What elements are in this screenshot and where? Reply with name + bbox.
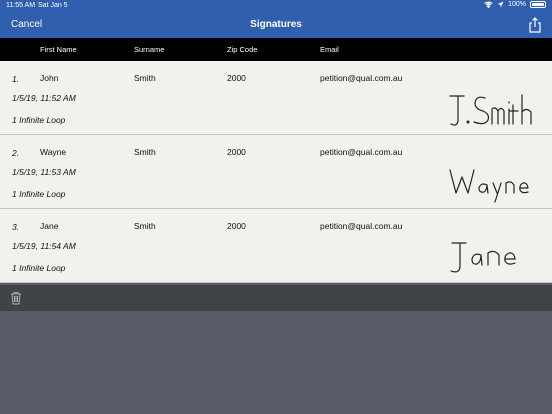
row-datetime: 1/5/19, 11:53 AM: [12, 167, 76, 177]
row-surname: Smith: [134, 73, 156, 83]
column-email: Email: [320, 45, 339, 54]
wifi-icon: [484, 1, 493, 8]
row-address: 1 Infinite Loop: [12, 189, 66, 199]
row-datetime: 1/5/19, 11:54 AM: [12, 241, 76, 251]
battery-icon: [530, 1, 546, 8]
row-zip-code: 2000: [227, 73, 246, 83]
signature-row[interactable]: 3. Jane Smith 2000 petition@qual.com.au …: [0, 209, 552, 283]
row-zip-code: 2000: [227, 147, 246, 157]
row-first-name: John: [40, 73, 59, 83]
row-datetime: 1/5/19, 11:52 AM: [12, 93, 76, 103]
status-date: Sat Jan 5: [38, 2, 68, 9]
column-zip-code: Zip Code: [227, 45, 258, 54]
status-bar: 11:55 AM Sat Jan 5 100%: [0, 0, 552, 12]
row-email: petition@qual.com.au: [320, 73, 403, 83]
signature-list: 1. John Smith 2000 petition@qual.com.au …: [0, 61, 552, 283]
signature-row[interactable]: 2. Wayne Smith 2000 petition@qual.com.au…: [0, 135, 552, 209]
column-surname: Surname: [134, 45, 165, 54]
page-title: Signatures: [250, 19, 302, 30]
column-first-name: First Name: [40, 45, 77, 54]
row-first-name: Jane: [40, 221, 59, 231]
status-right: 100%: [484, 1, 546, 8]
signature-image: [450, 242, 516, 273]
column-header: First Name Surname Zip Code Email: [0, 38, 552, 61]
share-icon[interactable]: [528, 17, 542, 33]
empty-area: [0, 311, 552, 414]
row-zip-code: 2000: [227, 221, 246, 231]
row-number: 2.: [12, 148, 20, 158]
signature-image: [449, 169, 529, 203]
row-surname: Smith: [134, 147, 156, 157]
nav-bar: Cancel Signatures: [0, 12, 552, 38]
row-email: petition@qual.com.au: [320, 221, 403, 231]
row-address: 1 Infinite Loop: [12, 263, 66, 273]
location-icon: [497, 1, 504, 8]
battery-percent: 100%: [508, 1, 526, 8]
row-number: 3.: [12, 222, 20, 232]
status-time: 11:55 AM: [6, 2, 36, 9]
trash-icon[interactable]: [10, 291, 22, 305]
signature-image: [449, 94, 532, 126]
signature-row[interactable]: 1. John Smith 2000 petition@qual.com.au …: [0, 61, 552, 135]
row-email: petition@qual.com.au: [320, 147, 403, 157]
row-surname: Smith: [134, 221, 156, 231]
row-address: 1 Infinite Loop: [12, 115, 66, 125]
bottom-toolbar: [0, 285, 552, 311]
row-number: 1.: [12, 74, 20, 84]
row-first-name: Wayne: [40, 147, 67, 157]
